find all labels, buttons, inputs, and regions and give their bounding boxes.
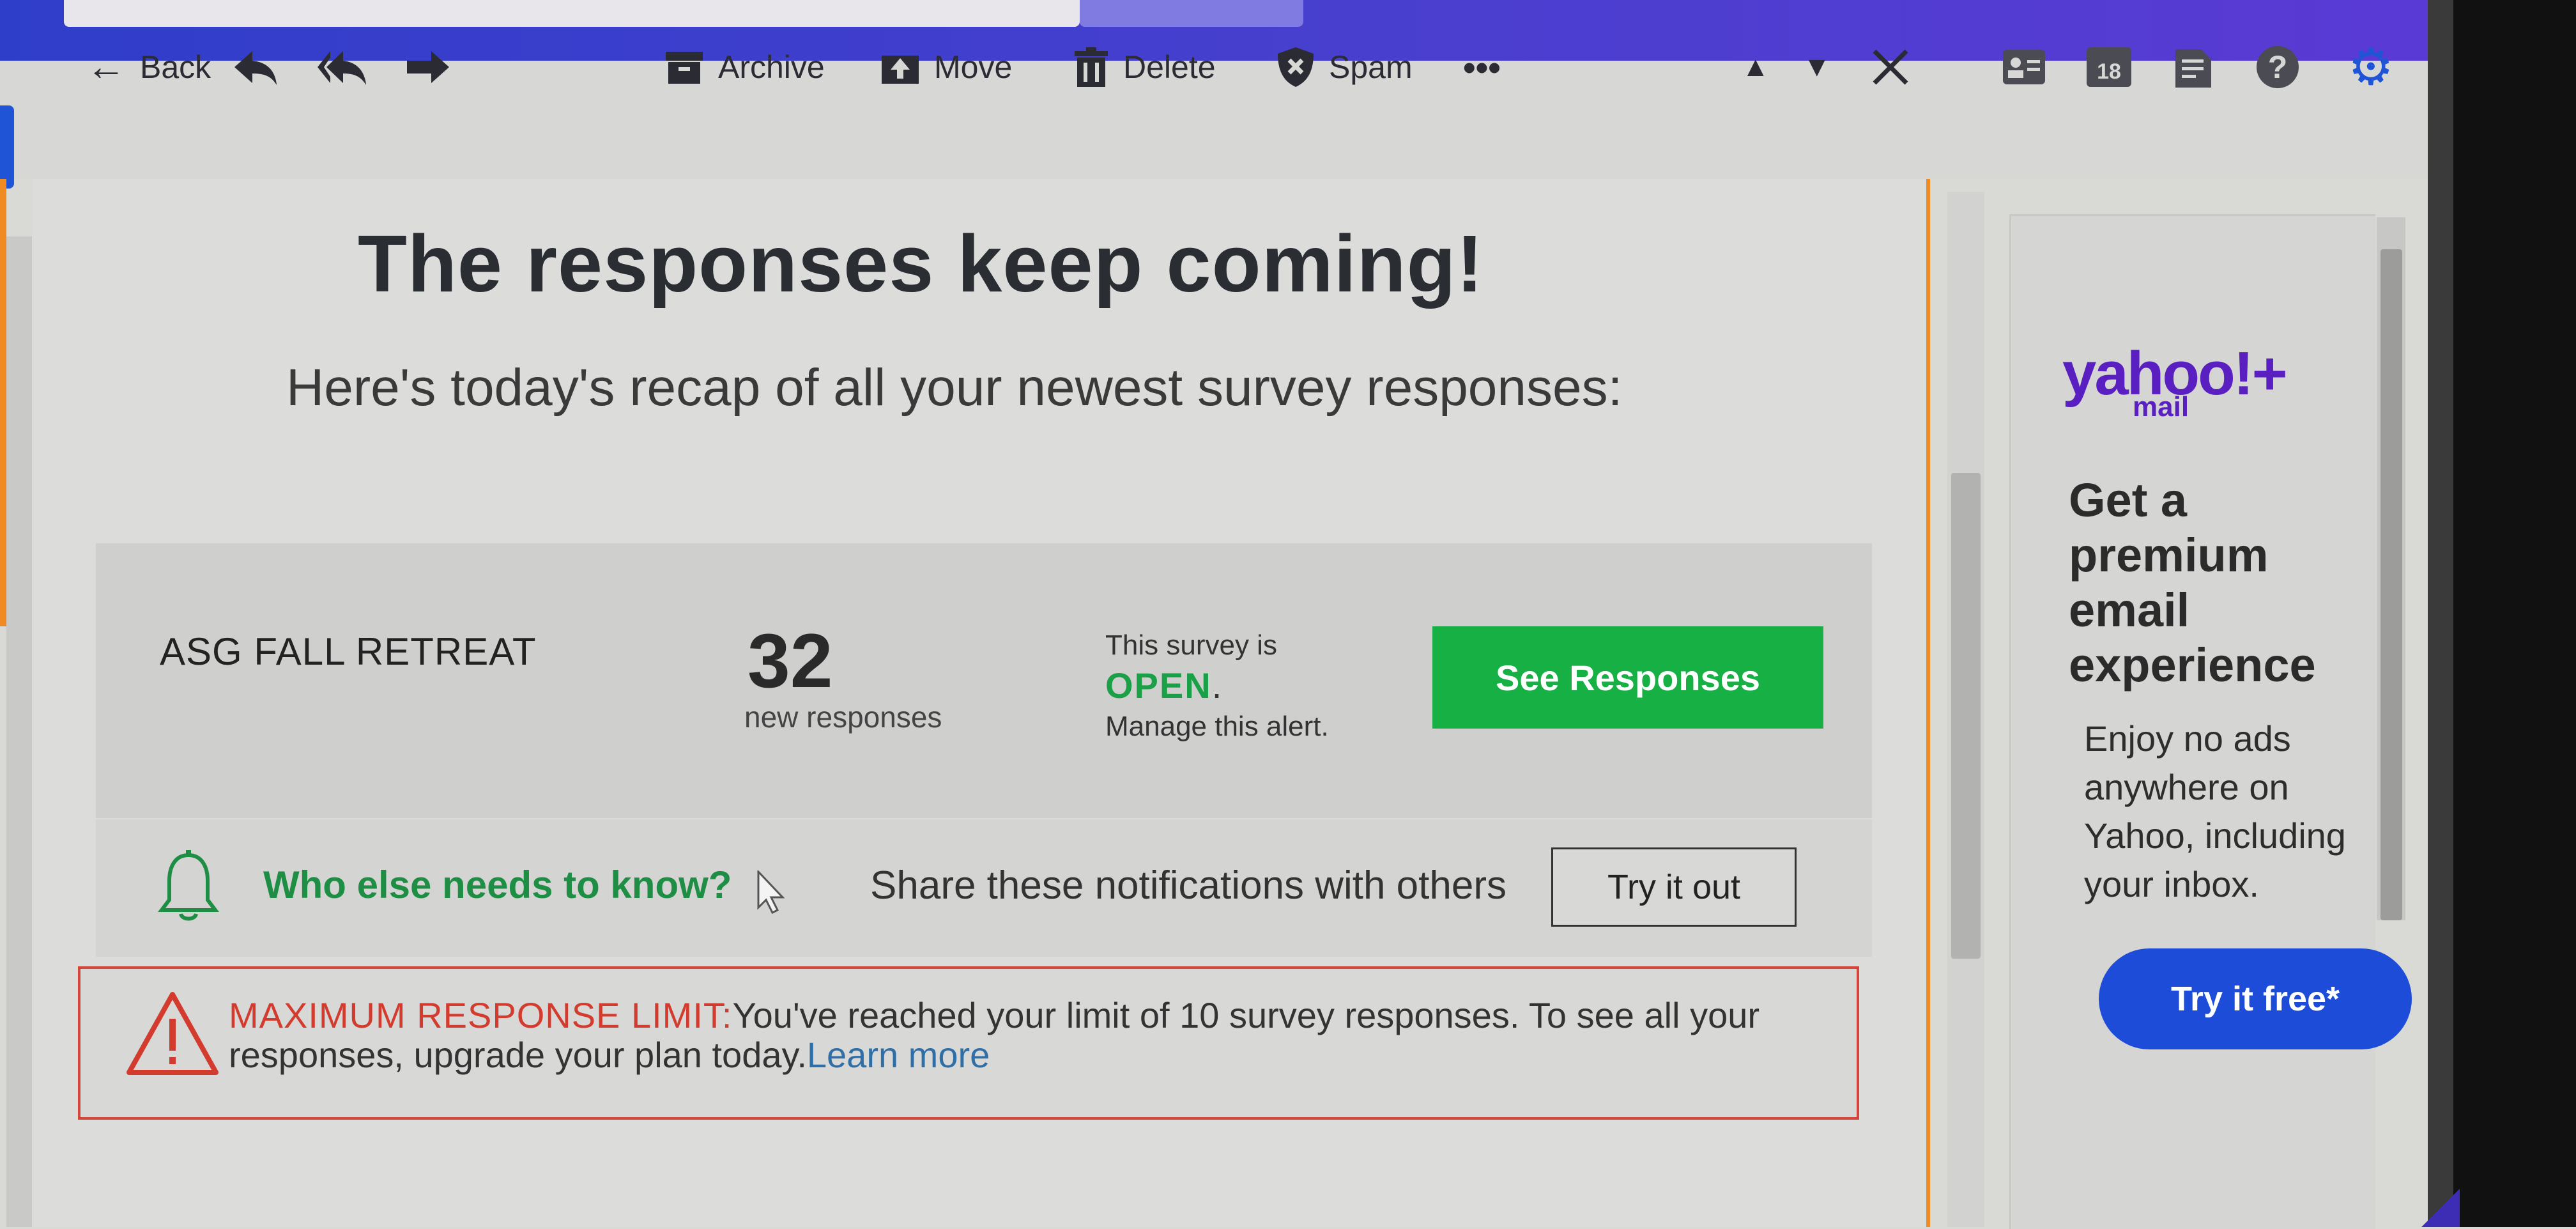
next-message-button[interactable]: ▼ [1803, 38, 1831, 96]
shield-x-icon [1278, 47, 1314, 87]
survey-name: ASG FALL RETREAT [160, 630, 537, 673]
arrow-left-icon: ← [86, 45, 126, 89]
mouse-cursor-icon [757, 870, 785, 915]
spam-button[interactable]: Spam [1276, 38, 1413, 96]
try-it-out-button[interactable]: Try it out [1551, 847, 1797, 927]
screen-bezel [2428, 0, 2576, 1227]
reply-icon [234, 51, 277, 85]
email-scrollbar-thumb[interactable] [1951, 473, 1981, 959]
close-icon [1873, 49, 1908, 85]
survey-status-prefix: This survey is [1105, 630, 1277, 661]
previous-message-button[interactable]: ▲ [1742, 38, 1770, 96]
left-border [0, 179, 6, 626]
browser-tab-active[interactable] [1080, 0, 1303, 27]
reply-all-icon [318, 51, 366, 85]
response-count-label: new responses [744, 700, 942, 734]
ad-body: Enjoy no ads anywhere on Yahoo, includin… [2084, 718, 2346, 904]
trash-icon [1075, 47, 1108, 87]
share-question: Who else needs to know? [263, 863, 732, 906]
back-label: Back [140, 49, 211, 85]
ad-corner-mark [2421, 1189, 2460, 1227]
caret-down-icon: ▼ [1803, 51, 1831, 82]
ad-scrollbar-thumb[interactable] [2380, 249, 2402, 920]
browser-tab[interactable] [64, 0, 1080, 27]
try-it-free-button[interactable]: Try it free* [2099, 948, 2412, 1049]
reply-button[interactable] [233, 38, 278, 96]
email-scrollbar[interactable] [1947, 192, 1984, 1227]
archive-icon [666, 52, 703, 84]
forward-icon [407, 51, 449, 83]
warning-icon [126, 992, 218, 1075]
delete-button[interactable]: Delete [1073, 38, 1216, 96]
archive-button[interactable]: Archive [664, 38, 825, 96]
yahoo-mail-logo-sub: mail [2133, 391, 2189, 422]
help-icon: ? [2257, 46, 2299, 88]
delete-label: Delete [1123, 49, 1216, 85]
email-heading: The responses keep coming! [358, 219, 1484, 309]
reply-all-button[interactable] [316, 38, 367, 96]
email-subheading: Here's today's recap of all your newest … [286, 359, 1623, 417]
bell-icon [158, 850, 219, 921]
see-responses-button[interactable]: See Responses [1432, 626, 1823, 729]
notepad-button[interactable] [2175, 38, 2211, 96]
caret-up-icon: ▲ [1742, 51, 1770, 82]
calendar-button[interactable]: 18 [2087, 38, 2131, 96]
close-message-button[interactable] [1872, 38, 1909, 96]
learn-more-link[interactable]: Learn more [807, 1035, 990, 1075]
ad-scrollbar[interactable] [2377, 217, 2405, 920]
more-icon: ••• [1463, 47, 1501, 88]
survey-status-suffix: . [1211, 665, 1223, 706]
forward-button[interactable] [406, 38, 450, 96]
survey-status-value: OPEN [1105, 665, 1212, 706]
move-label: Move [934, 49, 1013, 85]
survey-status: OPEN. [1105, 665, 1223, 706]
ad-headline: Get a premium email experience [2069, 474, 2316, 692]
gear-icon: ⚙ [2348, 38, 2394, 95]
alert-message: MAXIMUM RESPONSE LIMIT:You've reached yo… [229, 996, 1762, 1075]
calendar-day: 18 [2097, 59, 2121, 84]
manage-alert-link[interactable]: Manage this alert. [1105, 711, 1329, 743]
move-button[interactable]: Move [880, 38, 1012, 96]
bezel-edge [2428, 0, 2453, 1227]
move-icon [882, 56, 919, 84]
archive-label: Archive [718, 49, 825, 85]
settings-button[interactable]: ⚙ [2348, 38, 2394, 96]
contacts-button[interactable] [2003, 38, 2045, 96]
calendar-icon: 18 [2087, 47, 2131, 87]
left-panel-tab[interactable] [0, 105, 14, 189]
email-frame-border [1926, 179, 1930, 1227]
more-actions-button[interactable]: ••• [1463, 38, 1501, 96]
contacts-icon [2003, 50, 2045, 84]
notepad-icon [2175, 49, 2211, 88]
spam-label: Spam [1329, 49, 1413, 85]
alert-title: MAXIMUM RESPONSE LIMIT: [229, 995, 733, 1035]
help-button[interactable]: ? [2257, 38, 2299, 96]
response-count: 32 [747, 618, 833, 704]
back-button[interactable]: ← Back [86, 38, 211, 96]
left-scrollbar[interactable] [6, 236, 32, 1227]
share-text: Share these notifications with others [870, 863, 1506, 908]
